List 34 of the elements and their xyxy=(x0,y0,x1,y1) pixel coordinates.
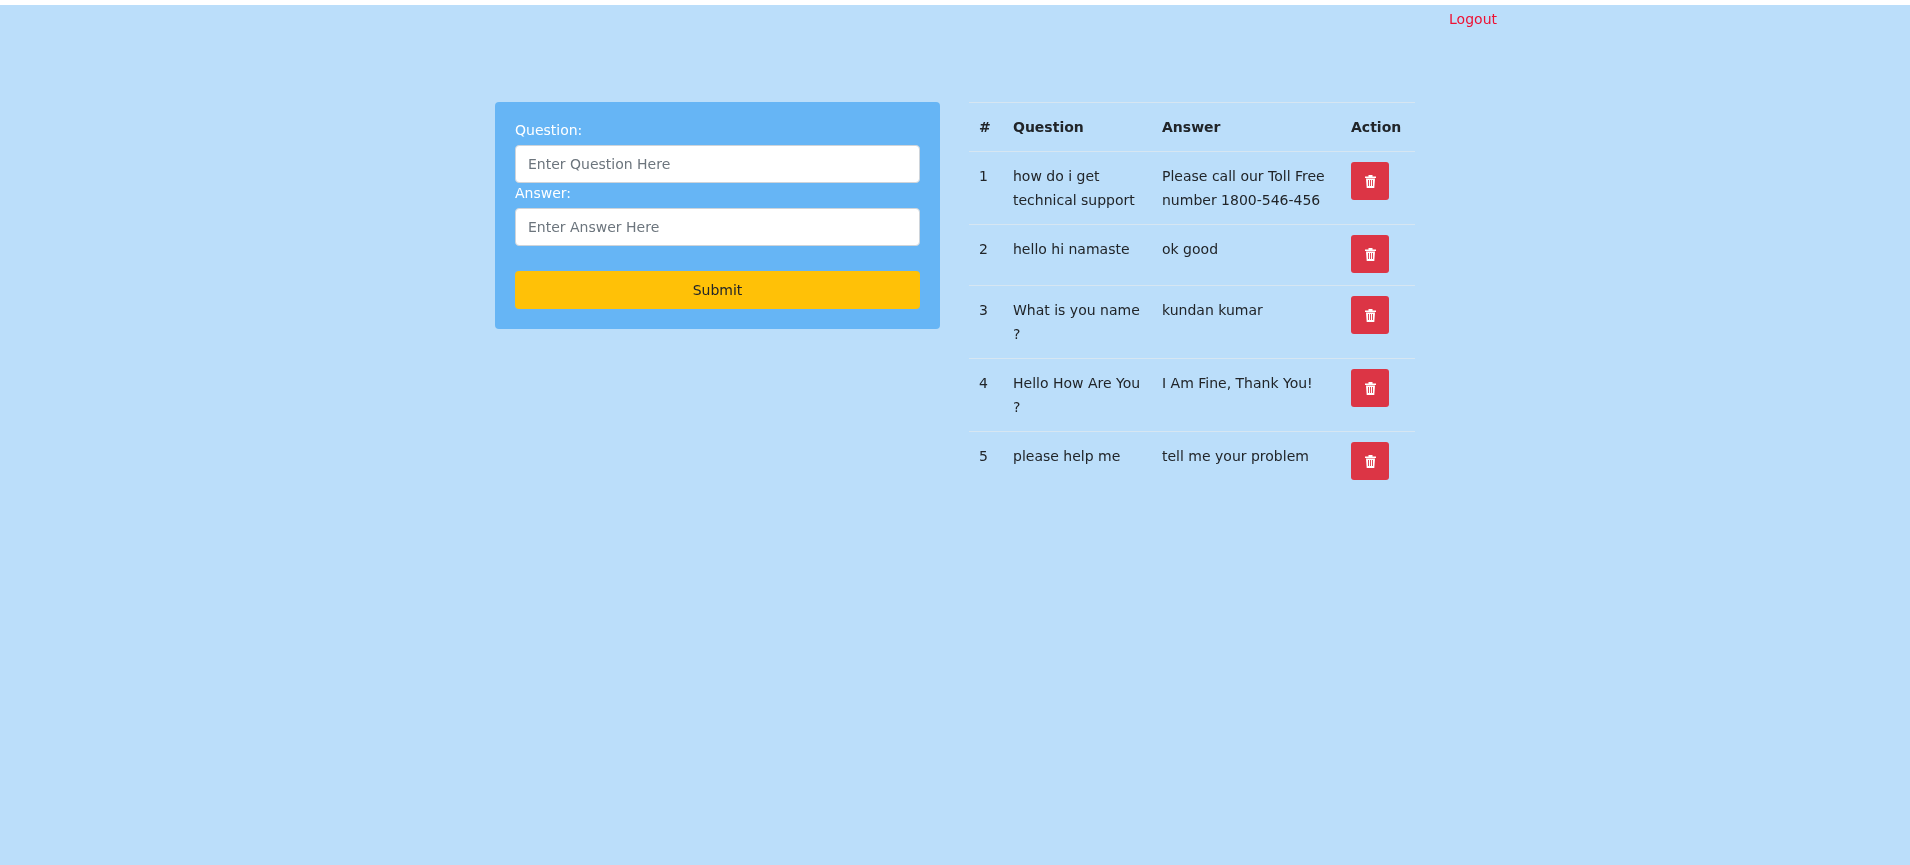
table-cell: 2 xyxy=(969,224,1003,286)
table-cell: hello hi namaste xyxy=(1003,224,1152,286)
trash-icon xyxy=(1364,454,1376,468)
question-label: Question: xyxy=(515,121,583,140)
table-cell: Hello How Are You ? xyxy=(1003,358,1152,432)
column-header: Question xyxy=(1003,102,1152,152)
table-cell: I Am Fine, Thank You! xyxy=(1152,358,1341,432)
trash-icon xyxy=(1364,308,1376,322)
delete-button[interactable] xyxy=(1351,235,1389,273)
table-cell: tell me your problem xyxy=(1152,431,1341,492)
table-cell: ok good xyxy=(1152,224,1341,286)
delete-button[interactable] xyxy=(1351,162,1389,200)
table-cell: kundan kumar xyxy=(1152,285,1341,359)
delete-button[interactable] xyxy=(1351,296,1389,334)
answer-field[interactable]: Enter Answer Here xyxy=(515,208,920,246)
trash-icon xyxy=(1364,174,1376,188)
submit-button[interactable]: Submit xyxy=(515,271,920,309)
answer-label: Answer: xyxy=(515,184,572,203)
delete-button[interactable] xyxy=(1351,442,1389,480)
table-cell: What is you name ? xyxy=(1003,285,1152,359)
question-field[interactable]: Enter Question Here xyxy=(515,145,920,183)
trash-icon xyxy=(1364,247,1376,261)
table-cell: 1 xyxy=(969,151,1003,225)
table-cell: how do i get technical support xyxy=(1003,151,1152,225)
table-cell: please help me xyxy=(1003,431,1152,492)
column-header: Answer xyxy=(1152,102,1341,152)
trash-icon xyxy=(1364,381,1376,395)
table-cell: 4 xyxy=(969,358,1003,432)
delete-button[interactable] xyxy=(1351,369,1389,407)
column-header: # xyxy=(969,102,1003,152)
column-header: Action xyxy=(1341,102,1415,152)
table-cell: 5 xyxy=(969,431,1003,492)
table-cell: Please call our Toll Free number 1800-546-456 xyxy=(1152,151,1341,225)
table-cell: 3 xyxy=(969,285,1003,359)
